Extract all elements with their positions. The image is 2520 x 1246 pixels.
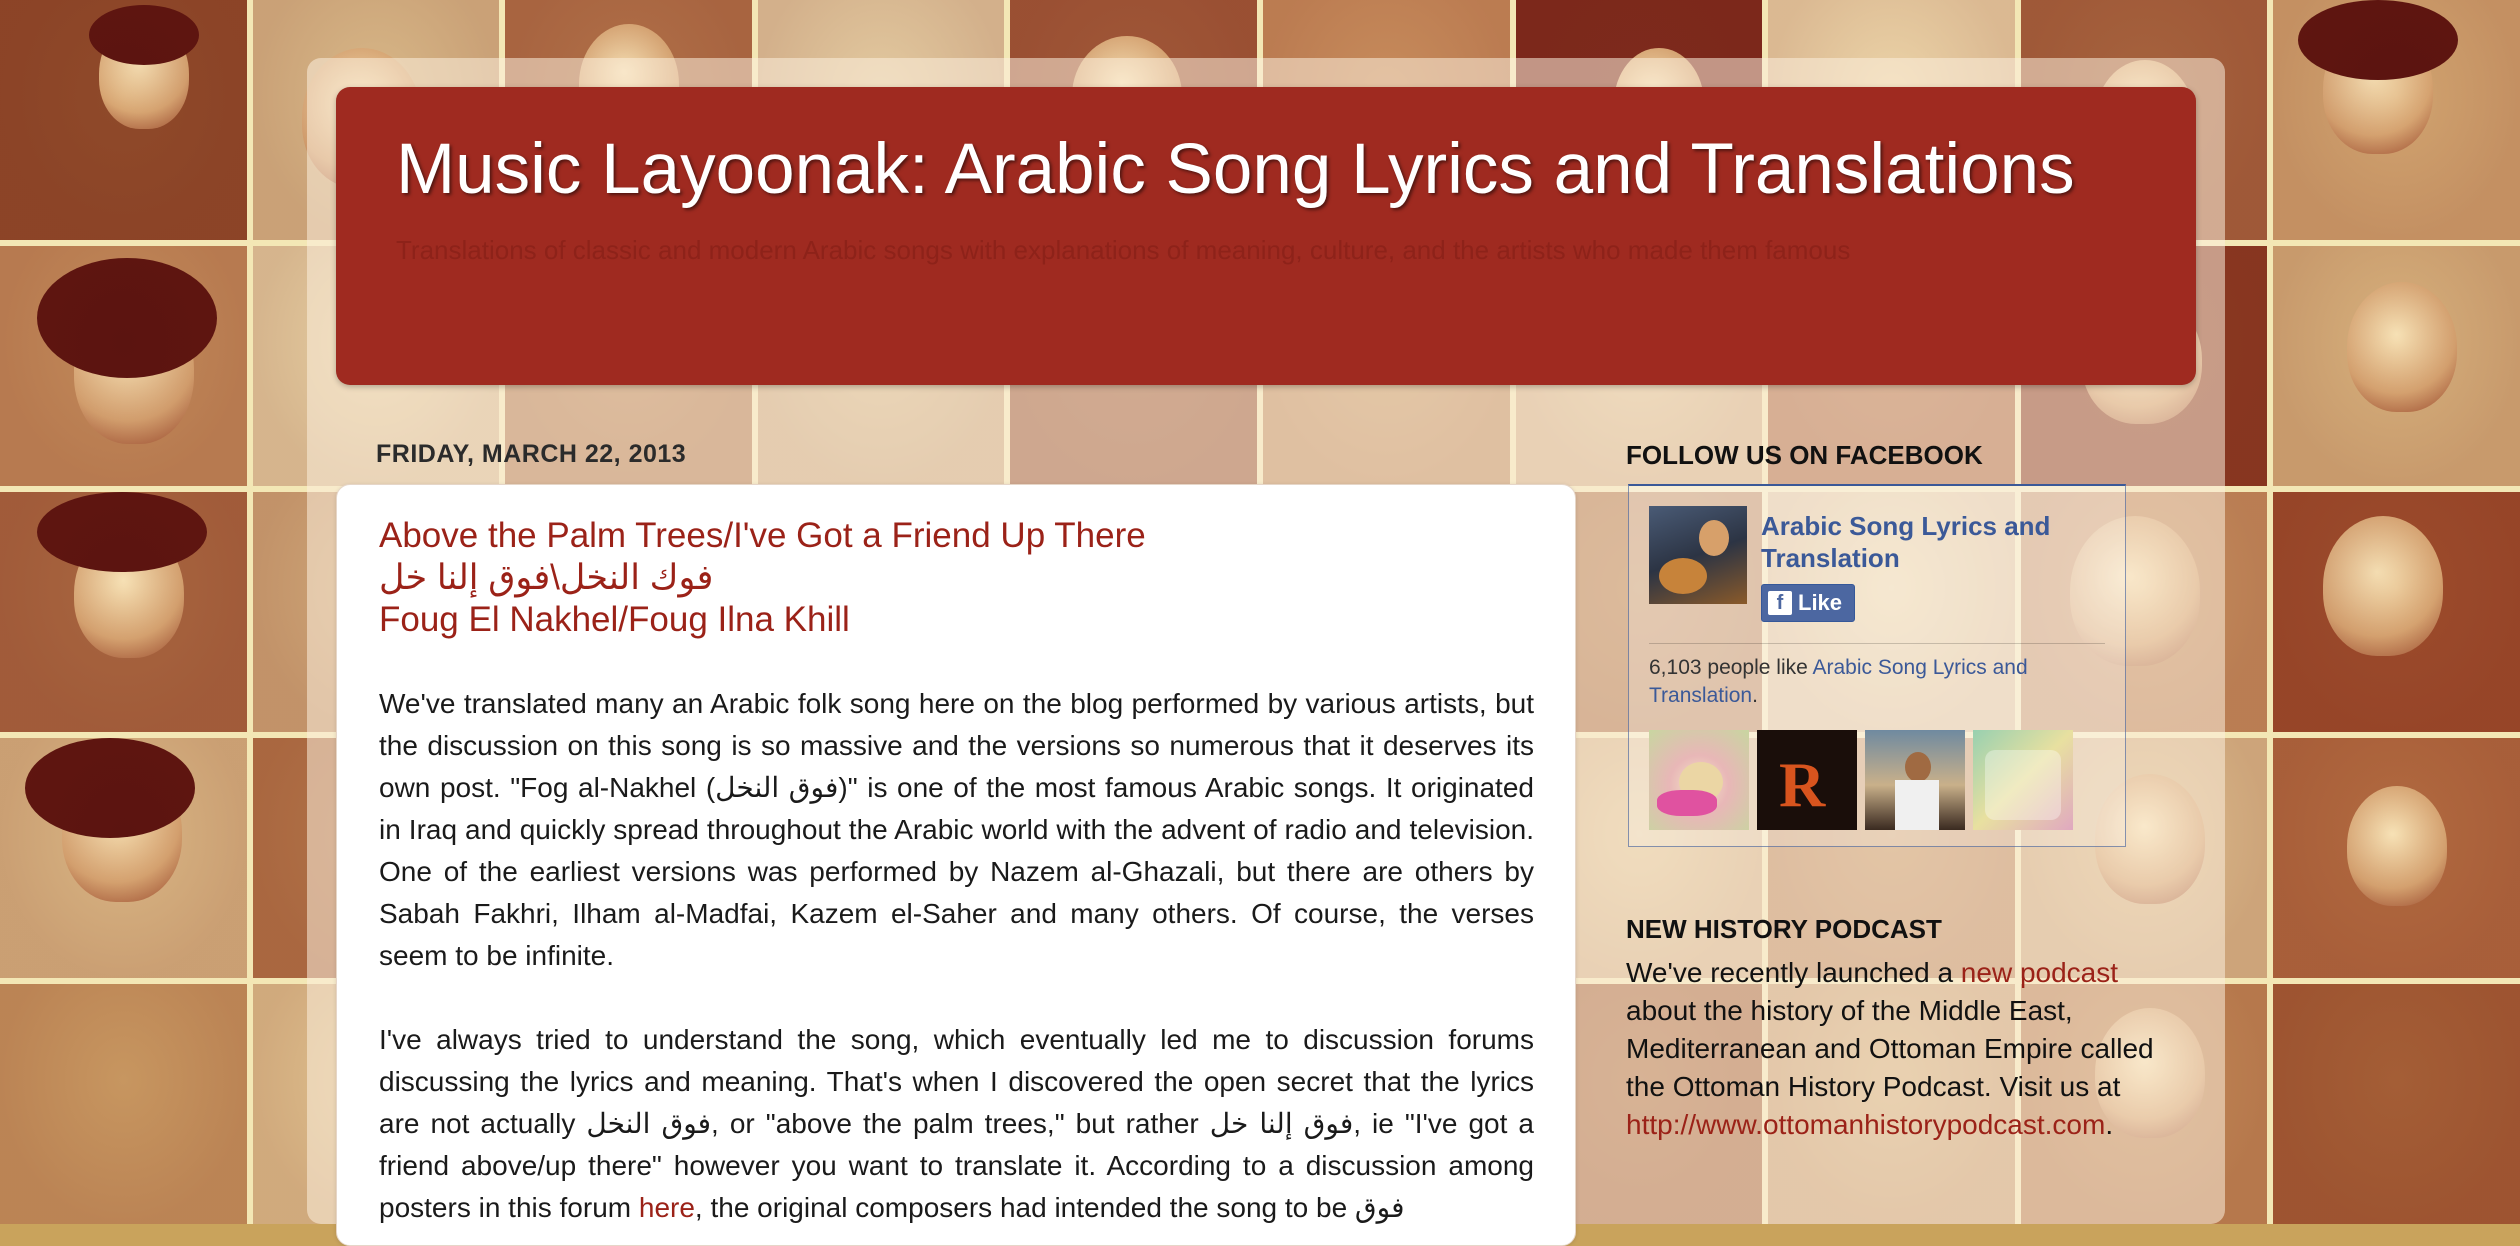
blog-title[interactable]: Music Layoonak: Arabic Song Lyrics and T…: [396, 129, 2075, 210]
new-podcast-link[interactable]: new podcast: [1961, 957, 2118, 988]
oud-icon: [1659, 558, 1707, 594]
post-title-line1[interactable]: Above the Palm Trees/I've Got a Friend U…: [379, 515, 1539, 557]
date-header: FRIDAY, MARCH 22, 2013: [376, 440, 687, 468]
facebook-widget-heading: FOLLOW US ON FACEBOOK: [1626, 440, 1983, 470]
podcast-url-link[interactable]: http://www.ottomanhistorypodcast.com: [1626, 1109, 2105, 1140]
divider: [1649, 643, 2105, 644]
post-paragraph: We've translated many an Arabic folk son…: [379, 688, 1534, 971]
forum-link[interactable]: here: [639, 1192, 695, 1223]
podcast-text-part: about the history of the Middle East, Me…: [1626, 995, 2154, 1102]
podcast-text-part: We've recently launched a: [1626, 957, 1961, 988]
podcast-widget-heading: NEW HISTORY PODCAST: [1626, 914, 1942, 944]
fan-avatar[interactable]: [1973, 730, 2073, 830]
post-title-line3[interactable]: Foug El Nakhel/Foug Ilna Khill: [379, 599, 1539, 641]
post-title[interactable]: Above the Palm Trees/I've Got a Friend U…: [379, 515, 1539, 641]
facebook-page-name[interactable]: Arabic Song Lyrics and Translation: [1761, 510, 2101, 574]
facebook-fan-faces: R: [1649, 730, 2073, 830]
url-suffix: .: [2105, 1109, 2114, 1140]
post-paragraph: I've always tried to understand the song…: [379, 1019, 1534, 1229]
facebook-page-avatar[interactable]: [1649, 506, 1747, 604]
avatar-head: [1699, 520, 1729, 556]
post-body: We've translated many an Arabic folk son…: [379, 683, 1534, 1245]
fan-avatar[interactable]: [1865, 730, 1965, 830]
post-text: , the original composers had intended th…: [694, 1192, 1405, 1223]
count-text: 6,103 people like: [1649, 656, 1813, 679]
facebook-like-box: Arabic Song Lyrics and Translation f Lik…: [1628, 484, 2126, 847]
like-label: Like: [1798, 590, 1843, 615]
blog-description: Translations of classic and modern Arabi…: [396, 235, 1851, 265]
blog-header: Music Layoonak: Arabic Song Lyrics and T…: [336, 87, 2196, 385]
facebook-icon: f: [1768, 591, 1792, 615]
fan-avatar[interactable]: [1649, 730, 1749, 830]
facebook-like-count: 6,103 people like Arabic Song Lyrics and…: [1649, 654, 2105, 710]
podcast-text: We've recently launched a new podcast ab…: [1626, 954, 2166, 1144]
fan-avatar[interactable]: R: [1757, 730, 1857, 830]
post-title-line2[interactable]: فوك النخل\فوق إلنا خل: [379, 557, 1539, 599]
count-suffix: .: [1752, 684, 1758, 707]
post: Above the Palm Trees/I've Got a Friend U…: [336, 484, 1576, 1246]
facebook-like-button[interactable]: f Like: [1761, 584, 1855, 622]
